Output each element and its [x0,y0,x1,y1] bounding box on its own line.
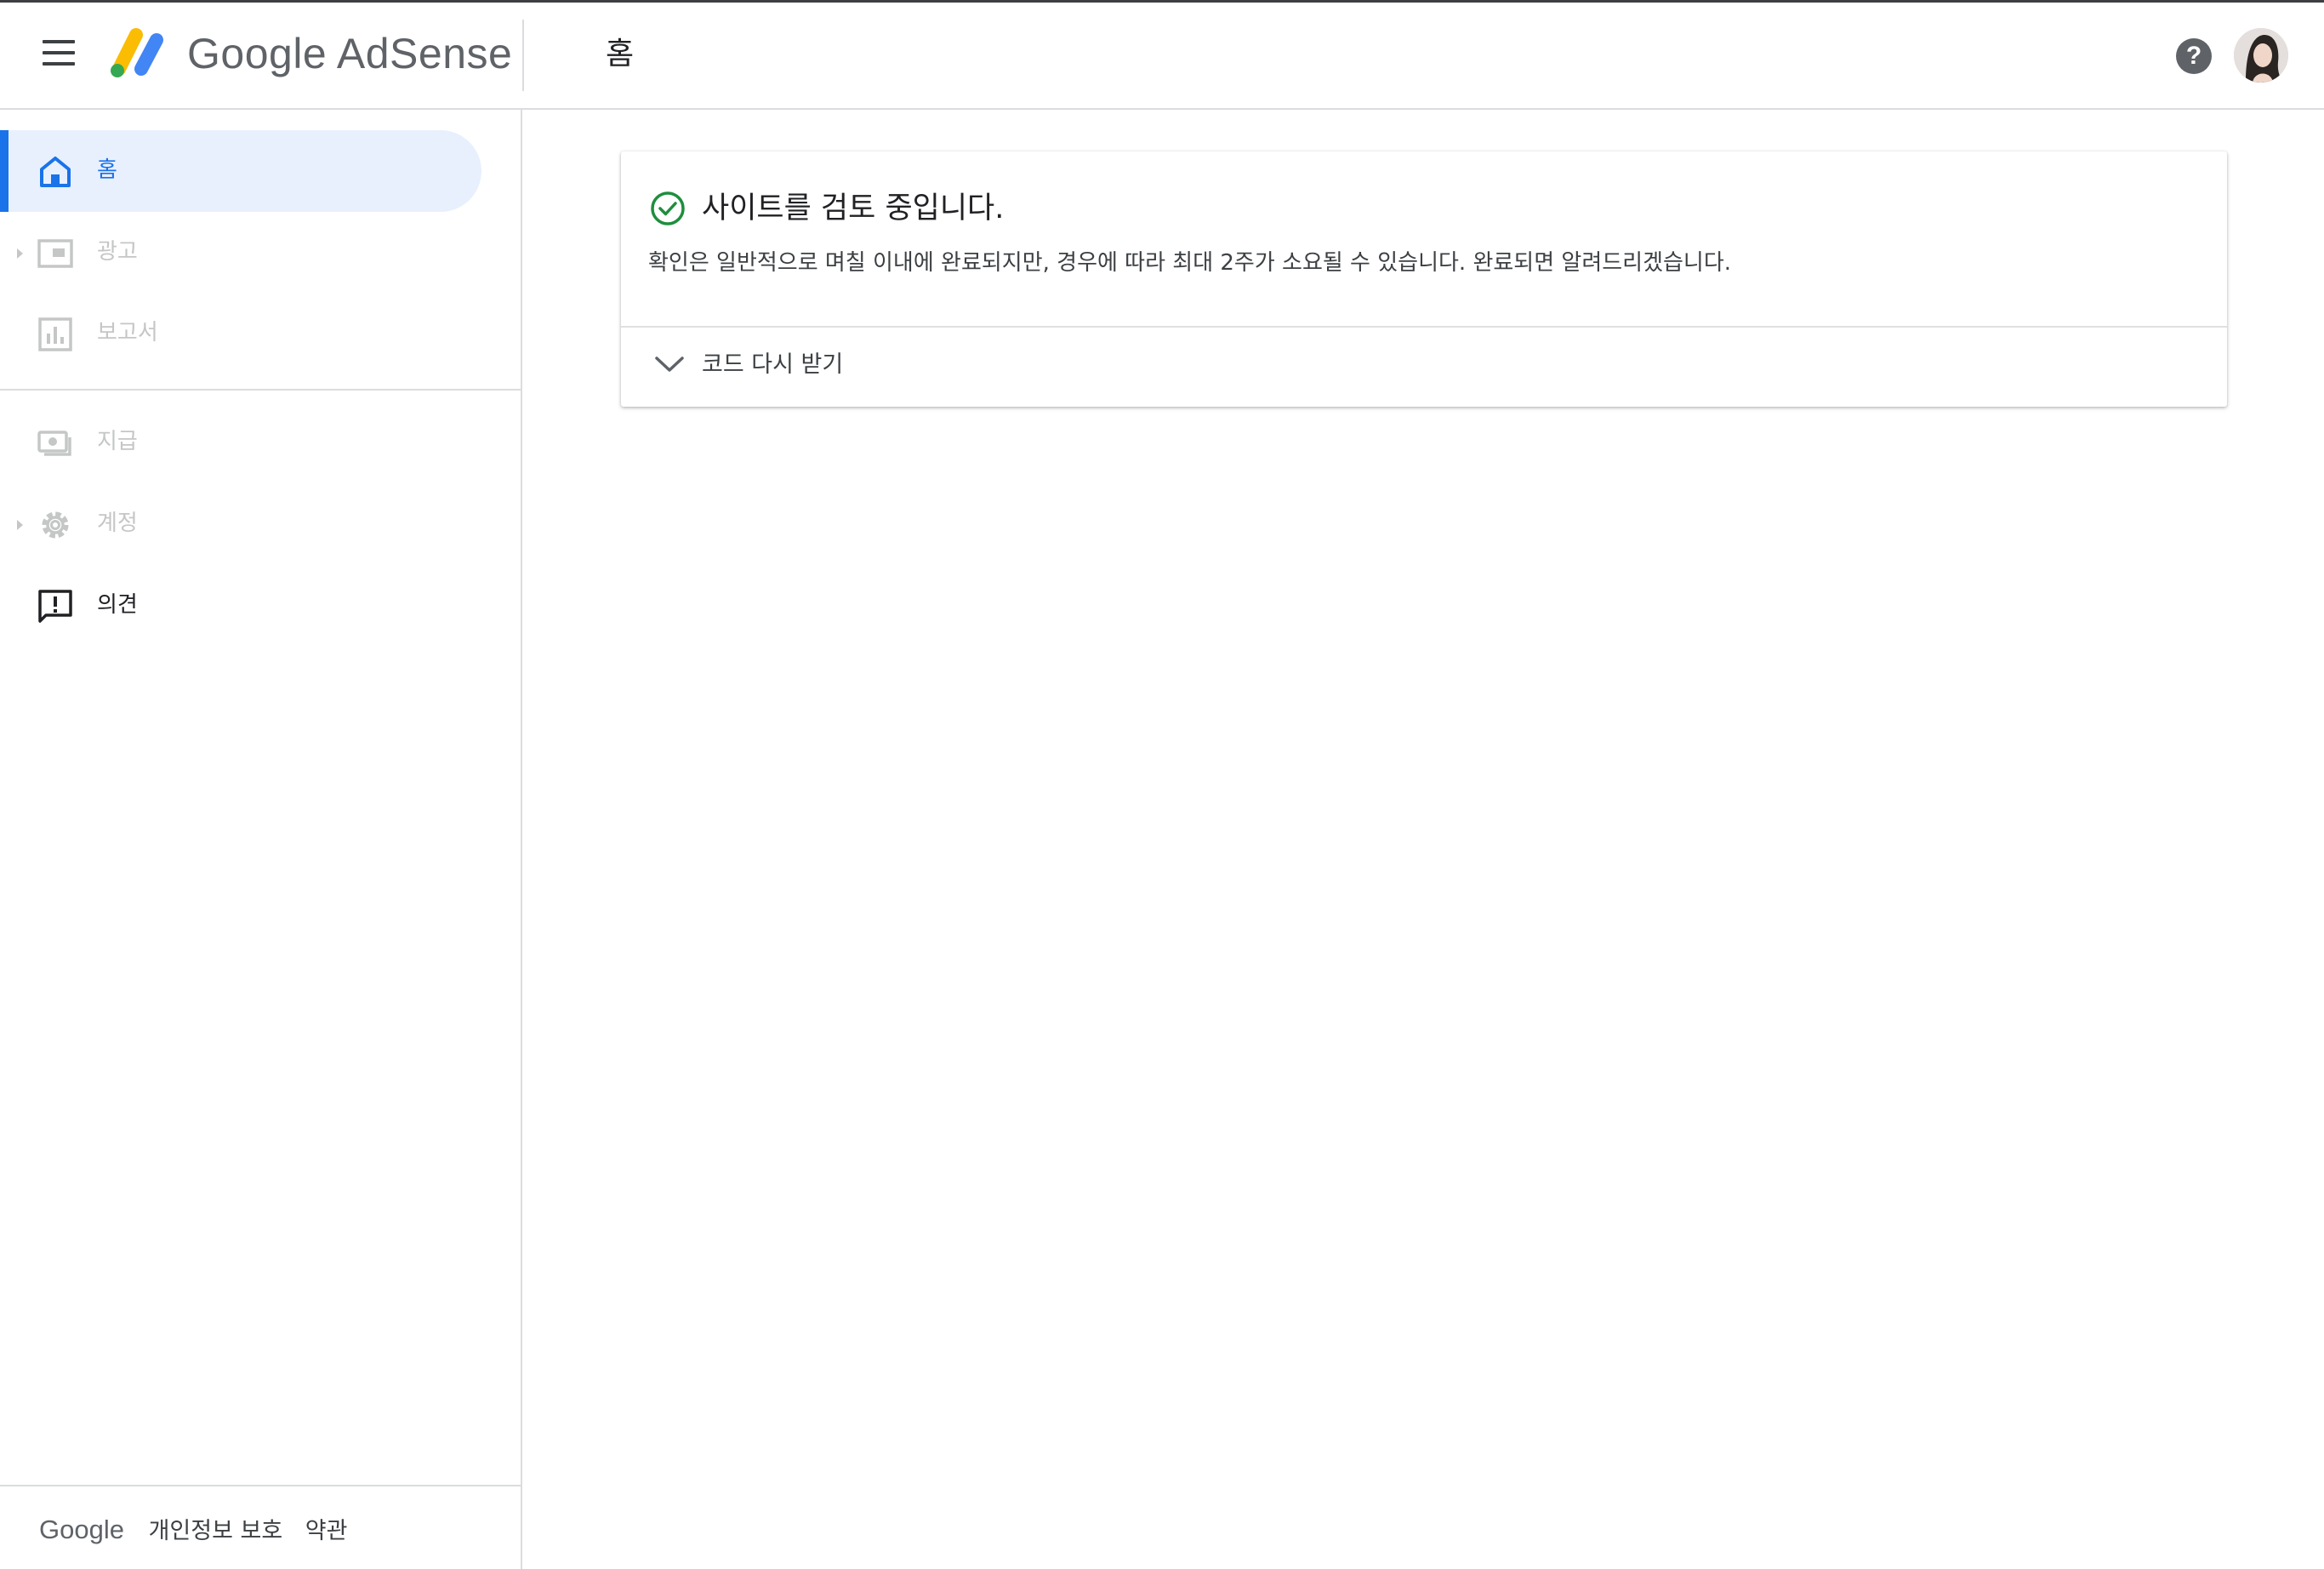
product-logo-text[interactable]: Google AdSense [187,28,512,79]
navigation-drawer: 홈 광고 보고서 지급 계정 의견 Google 개인정보 보호 약관 [0,110,522,1569]
active-indicator [0,130,9,212]
header-divider [522,20,524,91]
page-title: 홈 [606,37,635,71]
menu-icon [43,40,75,43]
sidebar-item-reports[interactable]: 보고서 [0,293,481,374]
menu-icon-bar [43,62,75,66]
adsense-logo-icon [111,28,163,77]
sidebar-item-home[interactable]: 홈 [0,130,481,212]
sidebar-item-label: 광고 [97,239,138,265]
terms-link[interactable]: 약관 [305,1518,348,1544]
sidebar-item-label: 계정 [97,511,138,536]
payments-icon [37,431,71,456]
expander-label: 코드 다시 받기 [702,351,844,378]
chevron-down-icon [655,357,684,372]
menu-icon-bar [43,51,75,54]
help-icon: ? [2185,42,2202,70]
sidebar-item-feedback[interactable]: 의견 [0,565,481,647]
sidebar-item-label: 보고서 [97,320,158,345]
logo-adsense-text: AdSense [336,30,513,77]
footer-google-logo: Google [39,1515,124,1544]
sidebar-item-label: 홈 [97,157,117,183]
sidebar-item-ads[interactable]: 광고 [0,212,481,294]
sidebar-item-label: 의견 [97,592,138,618]
sidebar-item-account[interactable]: 계정 [0,483,481,565]
expand-arrow-icon [17,520,23,530]
check-circle-icon [651,191,685,225]
sidebar-divider [0,389,521,391]
feedback-icon [38,590,72,623]
sidebar-footer-divider [0,1485,521,1486]
gear-icon [42,511,69,539]
sidebar-footer: Google 개인정보 보호 약관 [39,1509,362,1551]
sidebar-item-label: 지급 [97,429,138,454]
site-review-card: 사이트를 검토 중입니다. 확인은 일반적으로 며칠 이내에 완료되지만, 경우… [621,151,2227,407]
main-menu-button[interactable] [36,38,78,72]
logo-google-text: Google [187,30,328,77]
home-icon [40,157,71,187]
card-description: 확인은 일반적으로 며칠 이내에 완료되지만, 경우에 따라 최대 2주가 소요… [648,250,1732,276]
privacy-link[interactable]: 개인정보 보호 [149,1518,283,1544]
account-avatar[interactable] [2234,28,2288,83]
get-code-again-expander[interactable]: 코드 다시 받기 [621,328,2227,407]
expand-arrow-icon [17,248,23,259]
top-app-bar: Google AdSense 홈 ? [0,3,2324,110]
reports-icon [38,317,72,351]
sidebar-item-payments[interactable]: 지급 [0,402,481,483]
ads-icon [37,239,73,268]
help-button[interactable]: ? [2176,38,2212,74]
avatar-photo-icon [2234,28,2288,83]
card-title: 사이트를 검토 중입니다. [702,191,1005,225]
